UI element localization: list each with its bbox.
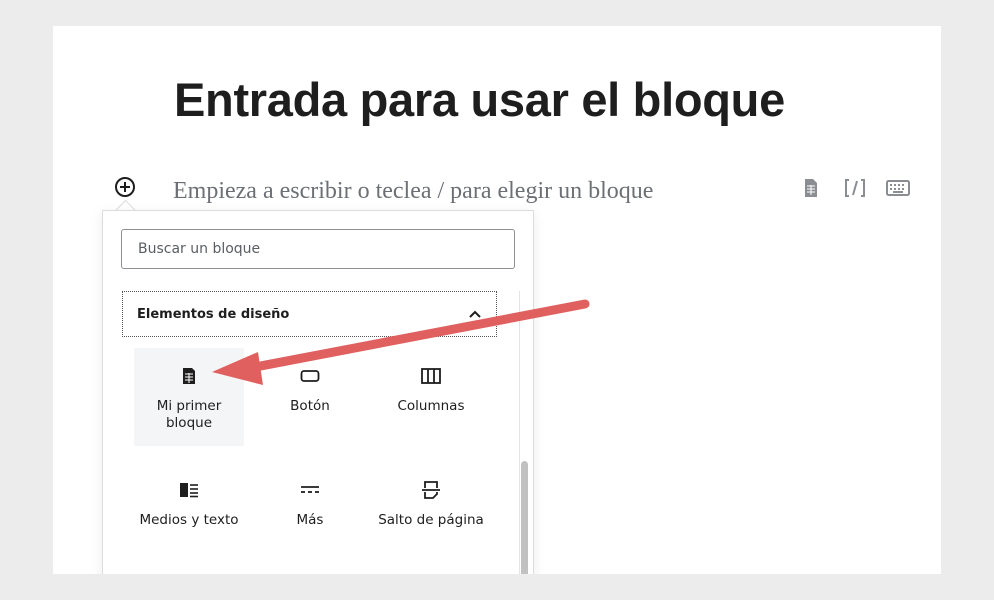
block-item-boton[interactable]: Botón — [255, 348, 365, 415]
block-label: Mi primer bloque — [156, 398, 222, 431]
scrollbar-thumb[interactable] — [521, 461, 528, 574]
button-icon — [300, 370, 320, 382]
block-label: Botón — [290, 398, 330, 414]
columns-icon — [421, 368, 441, 384]
document-icon — [183, 368, 195, 384]
block-item-salto-de-pagina[interactable]: Salto de página — [376, 462, 486, 529]
editor-canvas: Entrada para usar el bloque Empieza a es… — [53, 26, 941, 574]
block-inserter-popover: Elementos de diseño Mi primer bloque Bot… — [102, 210, 534, 574]
block-label: Salto de página — [378, 512, 484, 528]
media-text-icon — [180, 483, 198, 498]
panel-title: Elementos de diseño — [137, 306, 290, 322]
block-label: Columnas — [397, 398, 465, 414]
document-icon[interactable] — [803, 178, 819, 198]
block-label: Más — [296, 512, 324, 528]
chevron-up-icon — [469, 310, 481, 318]
block-item-columnas[interactable]: Columnas — [376, 348, 486, 415]
block-placeholder[interactable]: Empieza a escribir o teclea / para elegi… — [173, 178, 653, 205]
panel-toggle-layout-elements[interactable]: Elementos de diseño — [122, 291, 497, 337]
post-title[interactable]: Entrada para usar el bloque — [174, 72, 785, 127]
block-item-mas[interactable]: Más — [255, 462, 365, 529]
block-label: Medios y texto — [139, 512, 239, 528]
add-block-icon[interactable] — [114, 176, 136, 198]
more-icon — [301, 486, 319, 493]
shortcode-icon[interactable] — [843, 178, 867, 198]
block-item-mi-primer-bloque[interactable]: Mi primer bloque — [134, 348, 244, 446]
block-item-medios-y-texto[interactable]: Medios y texto — [134, 462, 244, 529]
keyboard-icon[interactable] — [886, 178, 910, 198]
page-break-icon — [422, 481, 440, 499]
block-search-input[interactable] — [121, 229, 515, 269]
